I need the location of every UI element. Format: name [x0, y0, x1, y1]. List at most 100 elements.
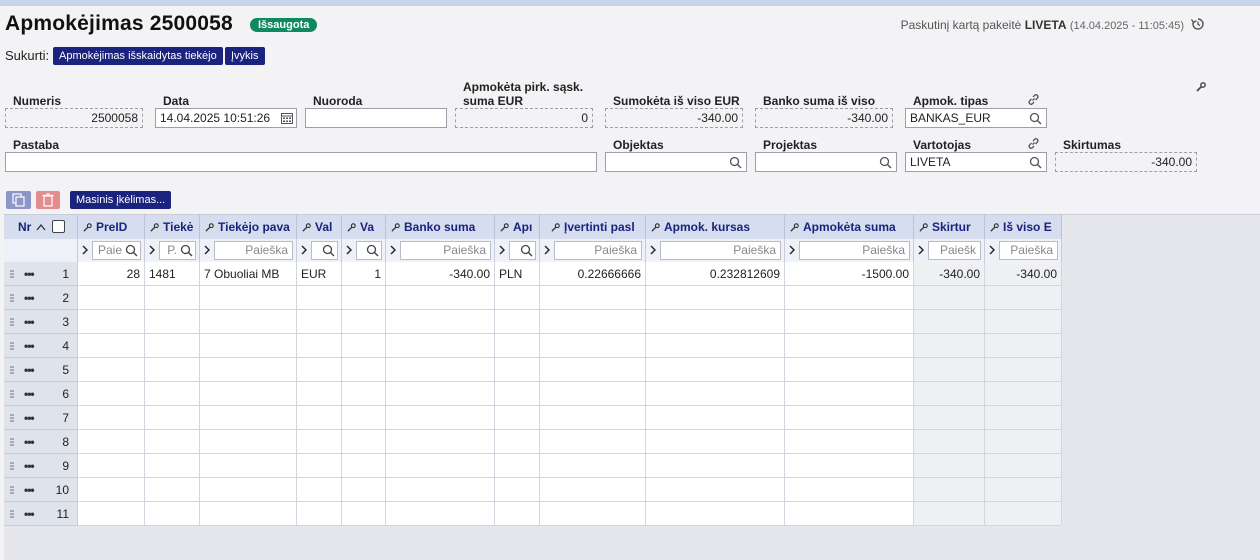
- grid-cell-tiek_id[interactable]: 1481: [145, 262, 200, 286]
- grid-cell-banko[interactable]: [386, 406, 495, 430]
- grid-cell-val[interactable]: [297, 286, 342, 310]
- grid-cell-tiek_name[interactable]: [200, 310, 297, 334]
- search-icon[interactable]: [1029, 112, 1042, 125]
- grid-cell-tiek_id[interactable]: [145, 382, 200, 406]
- chevron-right-icon[interactable]: [301, 245, 307, 255]
- grid-cell-val[interactable]: [297, 310, 342, 334]
- delete-button[interactable]: [36, 191, 60, 209]
- grid-cell-apr[interactable]: [495, 286, 540, 310]
- grid-cell-va[interactable]: [342, 334, 386, 358]
- grid-cell-banko[interactable]: -340.00: [386, 262, 495, 286]
- wrench-icon[interactable]: [150, 223, 159, 232]
- grid-cell-tiek_id[interactable]: [145, 454, 200, 478]
- grid-cell-apr[interactable]: [495, 310, 540, 334]
- grid-cell-tiek_name[interactable]: [200, 334, 297, 358]
- grid-cell-tiek_id[interactable]: [145, 502, 200, 526]
- grid-cell-tiek_id[interactable]: [145, 310, 200, 334]
- drag-handle-icon[interactable]: [10, 414, 14, 422]
- grid-cell-banko[interactable]: [386, 454, 495, 478]
- grid-cell-kursas[interactable]: [646, 406, 785, 430]
- grid-cell-apr[interactable]: [495, 430, 540, 454]
- history-icon[interactable]: [1190, 16, 1206, 32]
- column-header-isviso[interactable]: Iš viso E: [985, 215, 1062, 239]
- row-menu-icon[interactable]: •••: [24, 334, 35, 358]
- filter-input-isviso[interactable]: Paieška: [999, 241, 1058, 260]
- grid-cell-apm_suma[interactable]: [785, 286, 914, 310]
- row-menu-icon[interactable]: •••: [24, 478, 35, 502]
- grid-cell-ivert[interactable]: [540, 502, 646, 526]
- drag-handle-icon[interactable]: [10, 510, 14, 518]
- grid-cell-va[interactable]: [342, 502, 386, 526]
- grid-cell-apr[interactable]: PLN: [495, 262, 540, 286]
- chevron-right-icon[interactable]: [544, 245, 550, 255]
- chevron-right-icon[interactable]: [789, 245, 795, 255]
- grid-cell-preid[interactable]: [78, 478, 145, 502]
- grid-cell-tiek_id[interactable]: [145, 406, 200, 430]
- column-header-apr[interactable]: Apı: [495, 215, 540, 239]
- grid-cell-tiek_id[interactable]: [145, 430, 200, 454]
- grid-cell-ivert[interactable]: [540, 454, 646, 478]
- grid-cell-kursas[interactable]: [646, 310, 785, 334]
- grid-cell-apr[interactable]: [495, 478, 540, 502]
- filter-input-val[interactable]: [311, 241, 338, 260]
- row-number-cell[interactable]: ••• 9: [4, 454, 78, 478]
- grid-cell-va[interactable]: 1: [342, 262, 386, 286]
- grid-cell-tiek_id[interactable]: [145, 286, 200, 310]
- chevron-right-icon[interactable]: [204, 245, 210, 255]
- row-number-cell[interactable]: ••• 10: [4, 478, 78, 502]
- column-header-val[interactable]: Val: [297, 215, 342, 239]
- grid-cell-kursas[interactable]: [646, 430, 785, 454]
- filter-input-va[interactable]: [356, 241, 382, 260]
- grid-cell-apm_suma[interactable]: [785, 430, 914, 454]
- objektas-field[interactable]: [605, 152, 747, 172]
- grid-cell-apr[interactable]: [495, 382, 540, 406]
- grid-cell-apr[interactable]: [495, 502, 540, 526]
- drag-handle-icon[interactable]: [10, 294, 14, 302]
- column-header-va[interactable]: Va: [342, 215, 386, 239]
- filter-input-preid[interactable]: Paie: [92, 241, 141, 260]
- row-menu-icon[interactable]: •••: [24, 406, 35, 430]
- grid-cell-apm_suma[interactable]: [785, 310, 914, 334]
- grid-cell-ivert[interactable]: [540, 406, 646, 430]
- chevron-right-icon[interactable]: [82, 245, 88, 255]
- calendar-icon[interactable]: [281, 112, 293, 124]
- wrench-icon[interactable]: [83, 223, 92, 232]
- grid-cell-va[interactable]: [342, 478, 386, 502]
- filter-input-tiek_id[interactable]: P.: [159, 241, 196, 260]
- grid-cell-tiek_name[interactable]: [200, 502, 297, 526]
- grid-cell-apm_suma[interactable]: [785, 454, 914, 478]
- created-chip-split-payment[interactable]: Apmokėjimas išskaidytas tiekėjo: [53, 47, 223, 65]
- row-menu-icon[interactable]: •••: [24, 310, 35, 334]
- grid-cell-va[interactable]: [342, 406, 386, 430]
- grid-cell-va[interactable]: [342, 430, 386, 454]
- chevron-right-icon[interactable]: [149, 245, 155, 255]
- grid-cell-preid[interactable]: 28: [78, 262, 145, 286]
- column-header-ivert[interactable]: Įvertinti pasl: [540, 215, 646, 239]
- grid-cell-ivert[interactable]: [540, 430, 646, 454]
- grid-cell-ivert[interactable]: [540, 310, 646, 334]
- grid-cell-apm_suma[interactable]: [785, 382, 914, 406]
- chevron-right-icon[interactable]: [989, 245, 995, 255]
- wrench-icon[interactable]: [651, 223, 660, 232]
- link-icon[interactable]: [1027, 137, 1040, 150]
- sort-up-icon[interactable]: [36, 223, 46, 231]
- grid-cell-apm_suma[interactable]: [785, 334, 914, 358]
- search-icon[interactable]: [729, 156, 742, 169]
- row-number-cell[interactable]: ••• 2: [4, 286, 78, 310]
- row-number-cell[interactable]: ••• 8: [4, 430, 78, 454]
- column-header-kursas[interactable]: Apmok. kursas: [646, 215, 785, 239]
- grid-cell-preid[interactable]: [78, 454, 145, 478]
- mass-import-button[interactable]: Masinis įkėlimas...: [70, 191, 172, 209]
- grid-cell-banko[interactable]: [386, 286, 495, 310]
- grid-cell-ivert[interactable]: [540, 382, 646, 406]
- grid-cell-banko[interactable]: [386, 358, 495, 382]
- column-header-apm_suma[interactable]: Apmokėta suma: [785, 215, 914, 239]
- grid-cell-val[interactable]: [297, 334, 342, 358]
- apmok-tipas-field[interactable]: BANKAS_EUR: [905, 108, 1047, 128]
- column-header-tiek_id[interactable]: Tiekė: [145, 215, 200, 239]
- row-menu-icon[interactable]: •••: [24, 262, 35, 286]
- chevron-right-icon[interactable]: [650, 245, 656, 255]
- grid-cell-kursas[interactable]: 0.232812609: [646, 262, 785, 286]
- row-number-cell[interactable]: ••• 1: [4, 262, 78, 286]
- drag-handle-icon[interactable]: [10, 366, 14, 374]
